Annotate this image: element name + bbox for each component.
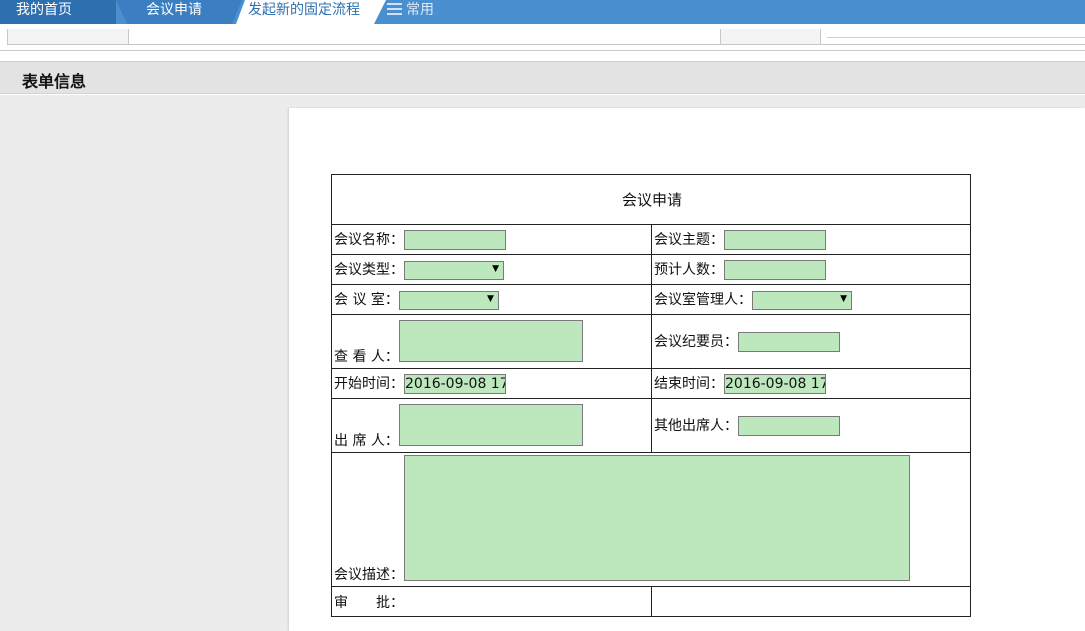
meeting-name-input[interactable] (404, 230, 506, 250)
tab-common[interactable]: 常用 (385, 0, 465, 24)
approval-label: 审 批： (334, 594, 404, 611)
other-attendee-input[interactable] (738, 416, 840, 436)
other-attendee-label: 其他出席人： (654, 418, 738, 434)
recorder-input[interactable] (738, 332, 840, 352)
meeting-type-label: 会议类型： (334, 262, 404, 279)
description-textarea[interactable] (404, 455, 910, 581)
meeting-form: 会议申请 会议名称： 会议主题： 会议类型： ▼ 预计人数： 会 议 室： ▼ 会议… (331, 174, 971, 617)
room-manager-select[interactable]: ▼ (752, 290, 852, 310)
approval-value (651, 586, 971, 617)
start-time-label: 开始时间： (334, 376, 404, 392)
toolbar-cell (720, 29, 821, 45)
viewer-input[interactable] (398, 320, 583, 362)
tab-common-label: 常用 (406, 2, 434, 18)
tab-home[interactable]: 我的首页 (0, 0, 116, 24)
section-title: 表单信息 (22, 72, 87, 91)
end-time-input[interactable]: 2016-09-08 17 (724, 374, 826, 394)
toolbar-cell (7, 29, 129, 45)
start-time-input[interactable]: 2016-09-08 17 (404, 374, 506, 394)
description-label: 会议描述： (334, 567, 404, 583)
dropdown-arrow-icon: ▼ (492, 263, 499, 274)
meeting-name-label: 会议名称： (334, 232, 404, 248)
tab-meeting-apply-label: 会议申请 (146, 2, 202, 18)
tab-bar: 我的首页 会议申请 发起新的固定流程 常用 (0, 0, 1085, 24)
toolbar-cell (128, 29, 721, 45)
meeting-topic-input[interactable] (724, 230, 826, 250)
attendee-label: 出 席 人： (334, 433, 399, 449)
tab-new-fixed-process[interactable]: 发起新的固定流程 (236, 0, 386, 24)
meeting-room-select[interactable]: ▼ (398, 290, 499, 310)
tab-meeting-apply[interactable]: 会议申请 (116, 0, 242, 24)
meeting-room-label: 会 议 室： (334, 292, 399, 309)
expected-count-input[interactable] (724, 260, 826, 280)
tab-new-fixed-process-label: 发起新的固定流程 (248, 2, 360, 18)
viewer-label: 查 看 人： (334, 349, 399, 365)
attendee-input[interactable] (398, 404, 583, 446)
expected-count-label: 预计人数： (654, 262, 724, 278)
divider (827, 37, 1085, 38)
meeting-topic-label: 会议主题： (654, 232, 724, 248)
form-title: 会议申请 (331, 174, 971, 225)
end-time-label: 结束时间： (654, 376, 724, 392)
dropdown-arrow-icon: ▼ (840, 293, 847, 304)
recorder-label: 会议纪要员： (654, 334, 738, 350)
section-header: 表单信息 (0, 61, 1085, 94)
tab-home-label: 我的首页 (16, 2, 72, 18)
meeting-type-select[interactable]: ▼ (404, 260, 504, 280)
room-manager-label: 会议室管理人： (654, 292, 752, 309)
menu-icon (387, 3, 402, 15)
dropdown-arrow-icon: ▼ (486, 293, 494, 304)
